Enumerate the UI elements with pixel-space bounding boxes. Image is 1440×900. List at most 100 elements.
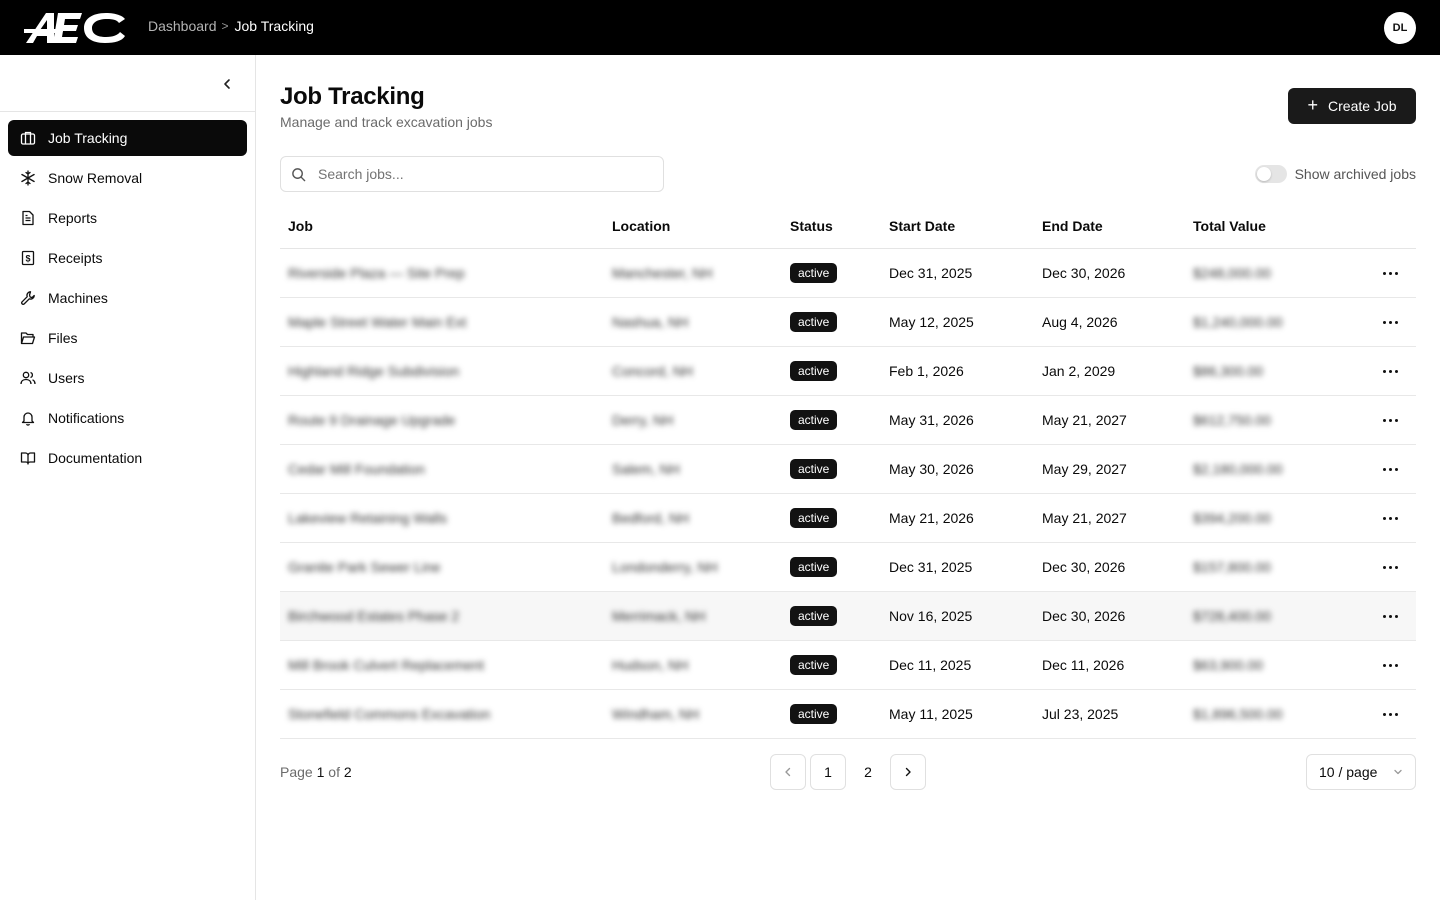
users-icon xyxy=(20,370,36,386)
column-header-end-date: End Date xyxy=(1042,218,1103,234)
job-location: Merrimack, NH xyxy=(612,608,706,624)
page-button-2[interactable]: 2 xyxy=(850,754,886,790)
table-row[interactable]: Birchwood Estates Phase 2 Merrimack, NH … xyxy=(280,592,1416,641)
row-actions-more-icon[interactable] xyxy=(1383,271,1398,275)
column-header-location: Location xyxy=(612,218,671,234)
sidebar-header xyxy=(0,55,255,112)
total-value: $1,896,500.00 xyxy=(1193,706,1283,722)
end-date: May 21, 2027 xyxy=(1042,412,1127,428)
row-actions-more-icon[interactable] xyxy=(1383,565,1398,569)
table-row[interactable]: Maple Street Water Main Ext Nashua, NH a… xyxy=(280,298,1416,347)
row-actions-more-icon[interactable] xyxy=(1383,614,1398,618)
show-archived-switch[interactable] xyxy=(1254,165,1287,183)
show-archived-toggle-group: Show archived jobs xyxy=(1254,165,1416,183)
table-row[interactable]: Route 9 Drainage Upgrade Derry, NH activ… xyxy=(280,396,1416,445)
sidebar-item-receipts[interactable]: $ Receipts xyxy=(8,240,247,276)
job-name[interactable]: Riverside Plaza — Site Prep xyxy=(280,265,604,281)
bell-icon xyxy=(20,410,36,426)
start-date: Nov 16, 2025 xyxy=(889,608,973,624)
table-row[interactable]: Highland Ridge Subdivision Concord, NH a… xyxy=(280,347,1416,396)
table-row[interactable]: Mill Brook Culvert Replacement Hudson, N… xyxy=(280,641,1416,690)
job-location: Hudson, NH xyxy=(612,657,689,673)
aec-logo[interactable] xyxy=(24,10,126,46)
sidebar: Job Tracking Snow Removal Reports $ Rece… xyxy=(0,55,256,900)
total-value: $248,000.00 xyxy=(1193,265,1271,281)
sidebar-item-snow-removal[interactable]: Snow Removal xyxy=(8,160,247,196)
row-actions-more-icon[interactable] xyxy=(1383,320,1398,324)
status-badge: active xyxy=(790,704,838,724)
status-badge: active xyxy=(790,361,838,381)
start-date: Dec 11, 2025 xyxy=(889,657,972,673)
start-date: May 31, 2026 xyxy=(889,412,974,428)
sidebar-item-label: Job Tracking xyxy=(48,130,128,146)
end-date: May 29, 2027 xyxy=(1042,461,1127,477)
job-name[interactable]: Maple Street Water Main Ext xyxy=(280,314,604,330)
wrench-icon xyxy=(20,290,36,306)
job-name[interactable]: Highland Ridge Subdivision xyxy=(280,363,604,379)
document-icon xyxy=(20,210,36,226)
sidebar-item-label: Documentation xyxy=(48,450,143,466)
end-date: Aug 4, 2026 xyxy=(1042,314,1118,330)
end-date: Dec 11, 2026 xyxy=(1042,657,1125,673)
page-info-total: 2 xyxy=(343,764,352,780)
sidebar-item-documentation[interactable]: Documentation xyxy=(8,440,247,476)
collapse-sidebar-button[interactable] xyxy=(218,75,236,93)
sidebar-item-job-tracking[interactable]: Job Tracking xyxy=(8,120,247,156)
sidebar-item-notifications[interactable]: Notifications xyxy=(8,400,247,436)
table-row[interactable]: Riverside Plaza — Site Prep Manchester, … xyxy=(280,249,1416,298)
sidebar-item-users[interactable]: Users xyxy=(8,360,247,396)
next-page-button[interactable] xyxy=(890,754,926,790)
row-actions-more-icon[interactable] xyxy=(1383,467,1398,471)
row-actions-more-icon[interactable] xyxy=(1383,418,1398,422)
job-name[interactable]: Mill Brook Culvert Replacement xyxy=(280,657,604,673)
sidebar-item-label: Reports xyxy=(48,210,98,226)
top-bar: Dashboard > Job Tracking DL xyxy=(0,0,1440,55)
prev-page-button[interactable] xyxy=(770,754,806,790)
sidebar-item-machines[interactable]: Machines xyxy=(8,280,247,316)
total-value: $394,200.00 xyxy=(1193,510,1271,526)
row-actions-more-icon[interactable] xyxy=(1383,663,1398,667)
search-input[interactable] xyxy=(318,166,648,182)
sidebar-item-label: Receipts xyxy=(48,250,103,266)
row-actions-more-icon[interactable] xyxy=(1383,369,1398,373)
briefcase-icon xyxy=(20,130,36,146)
create-job-button[interactable]: + Create Job xyxy=(1288,88,1416,124)
per-page-select[interactable]: 10 / page xyxy=(1306,754,1416,790)
status-badge: active xyxy=(790,459,838,479)
table-row[interactable]: Stonefield Commons Excavation Windham, N… xyxy=(280,690,1416,739)
page-info-of: of xyxy=(328,764,340,780)
svg-text:$: $ xyxy=(25,254,30,264)
page-button-1[interactable]: 1 xyxy=(810,754,846,790)
page-info: Page 1 of 2 xyxy=(280,764,352,780)
table-row[interactable]: Cedar Mill Foundation Salem, NH active M… xyxy=(280,445,1416,494)
start-date: May 12, 2025 xyxy=(889,314,974,330)
status-badge: active xyxy=(790,263,838,283)
job-name[interactable]: Cedar Mill Foundation xyxy=(280,461,604,477)
total-value: $612,750.00 xyxy=(1193,412,1271,428)
table-row[interactable]: Granite Park Sewer Line Londonderry, NH … xyxy=(280,543,1416,592)
job-name[interactable]: Lakeview Retaining Walls xyxy=(280,510,604,526)
show-archived-label: Show archived jobs xyxy=(1294,166,1416,182)
breadcrumb-dashboard-link[interactable]: Dashboard xyxy=(148,18,217,34)
snowflake-icon xyxy=(20,170,36,186)
job-name[interactable]: Stonefield Commons Excavation xyxy=(280,706,604,722)
table-header: Job Location Status Start Date End Date … xyxy=(280,204,1416,249)
create-job-label: Create Job xyxy=(1328,98,1397,114)
job-name[interactable]: Granite Park Sewer Line xyxy=(280,559,604,575)
breadcrumb: Dashboard > Job Tracking xyxy=(148,18,314,34)
job-name[interactable]: Birchwood Estates Phase 2 xyxy=(280,608,604,624)
start-date: May 21, 2026 xyxy=(889,510,974,526)
sidebar-item-reports[interactable]: Reports xyxy=(8,200,247,236)
status-badge: active xyxy=(790,312,838,332)
sidebar-item-files[interactable]: Files xyxy=(8,320,247,356)
total-value: $1,240,000.00 xyxy=(1193,314,1283,330)
sidebar-nav: Job Tracking Snow Removal Reports $ Rece… xyxy=(0,112,255,488)
page-title: Job Tracking xyxy=(280,83,425,110)
column-header-total-value: Total Value xyxy=(1193,218,1266,234)
row-actions-more-icon[interactable] xyxy=(1383,516,1398,520)
job-name[interactable]: Route 9 Drainage Upgrade xyxy=(280,412,604,428)
breadcrumb-current: Job Tracking xyxy=(234,18,314,34)
table-row[interactable]: Lakeview Retaining Walls Bedford, NH act… xyxy=(280,494,1416,543)
row-actions-more-icon[interactable] xyxy=(1383,712,1398,716)
user-avatar[interactable]: DL xyxy=(1384,12,1416,44)
